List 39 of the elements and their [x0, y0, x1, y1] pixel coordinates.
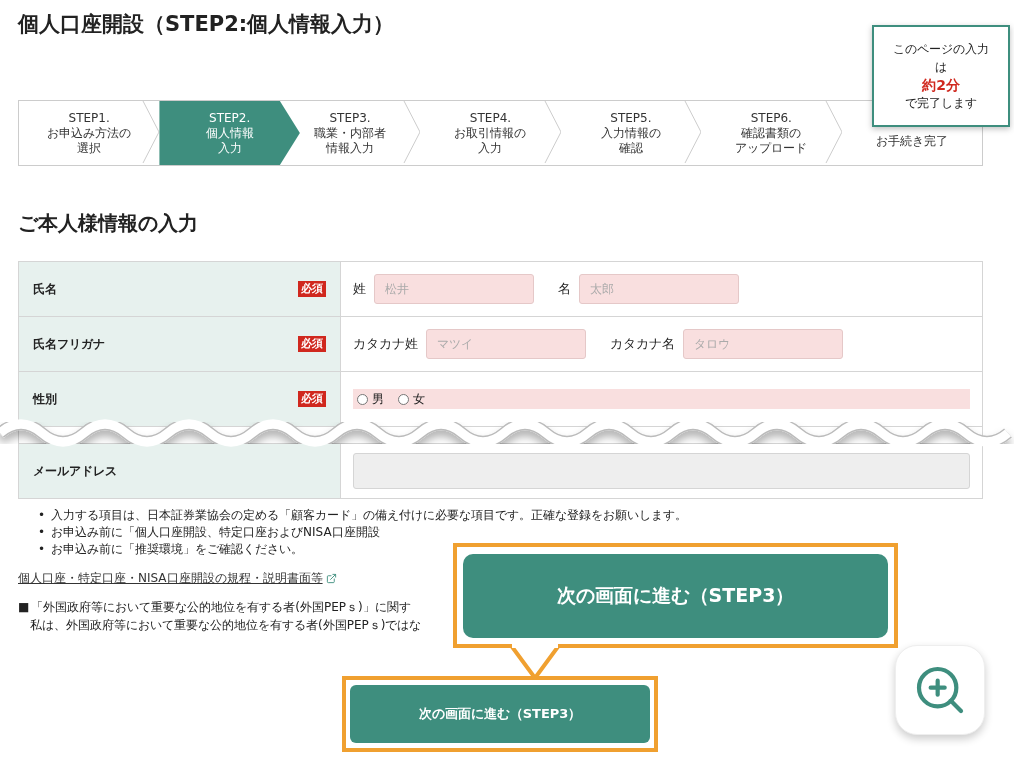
- input-field[interactable]: 太郎: [579, 274, 739, 304]
- next-button[interactable]: 次の画面に進む（STEP3）: [350, 685, 650, 743]
- step-indicator: STEP6. 確認書類の アップロード: [701, 101, 842, 165]
- field-label: 氏名: [33, 280, 57, 298]
- note-text: お申込み前に「個人口座開設、特定口座およびNISA口座開設: [51, 524, 380, 541]
- bullet-mark: •: [38, 541, 46, 558]
- field-label: 氏名フリガナ: [33, 335, 105, 353]
- square-mark: ■: [18, 599, 30, 616]
- next-button[interactable]: 次の画面に進む（STEP3）: [463, 553, 888, 638]
- step-indicator: STEP2. 個人情報 入力: [159, 101, 300, 165]
- note-text: 入力する項目は、日本証券業協会の定める「顧客カード」の備え付けに必要な項目です。正確な登録をお願いします。: [51, 507, 688, 524]
- bullet-mark: •: [38, 524, 46, 541]
- input-field[interactable]: 松井: [374, 274, 534, 304]
- required-badge: 必須: [298, 391, 326, 407]
- page-title: 個人口座開設（STEP2:個人情報入力）: [18, 11, 395, 38]
- note-text: お申込み前に「推奨環境」をご確認ください。: [51, 541, 304, 558]
- section-title: ご本人様情報の入力: [18, 210, 199, 237]
- input-label: カタカナ姓: [353, 335, 418, 353]
- pep-heading: 「外国政府等において重要な公的地位を有する者(外国PEPｓ)」に関す: [31, 599, 411, 616]
- step-indicator: STEP4. お取引情報の 入力: [420, 101, 561, 165]
- input-field[interactable]: マツイ: [426, 329, 586, 359]
- required-badge: 必須: [298, 281, 326, 297]
- required-badge: 必須: [298, 336, 326, 352]
- zoom-button[interactable]: [895, 645, 985, 735]
- input-label: 名: [558, 280, 571, 298]
- field-label: 性別: [33, 390, 57, 408]
- documents-link[interactable]: 個人口座・特定口座・NISA口座開設の規程・説明書面等: [18, 570, 323, 586]
- radio-option[interactable]: 女: [398, 390, 425, 408]
- field-label: メールアドレス: [33, 462, 117, 480]
- radio-option[interactable]: 男: [357, 390, 384, 408]
- input-label: 姓: [353, 280, 366, 298]
- input-label: カタカナ名: [610, 335, 675, 353]
- bullet-mark: •: [38, 507, 46, 524]
- input-field[interactable]: タロウ: [683, 329, 843, 359]
- external-link-icon: [325, 572, 337, 584]
- pep-statement: 私は、外国政府等において重要な公的地位を有する者(外国PEPｓ)ではな: [29, 617, 423, 634]
- time-notice: このページの入力 は 約2分 で完了します: [872, 25, 1010, 127]
- step-indicator: STEP5. 入力情報の 確認: [560, 101, 702, 165]
- email-field[interactable]: [353, 453, 970, 489]
